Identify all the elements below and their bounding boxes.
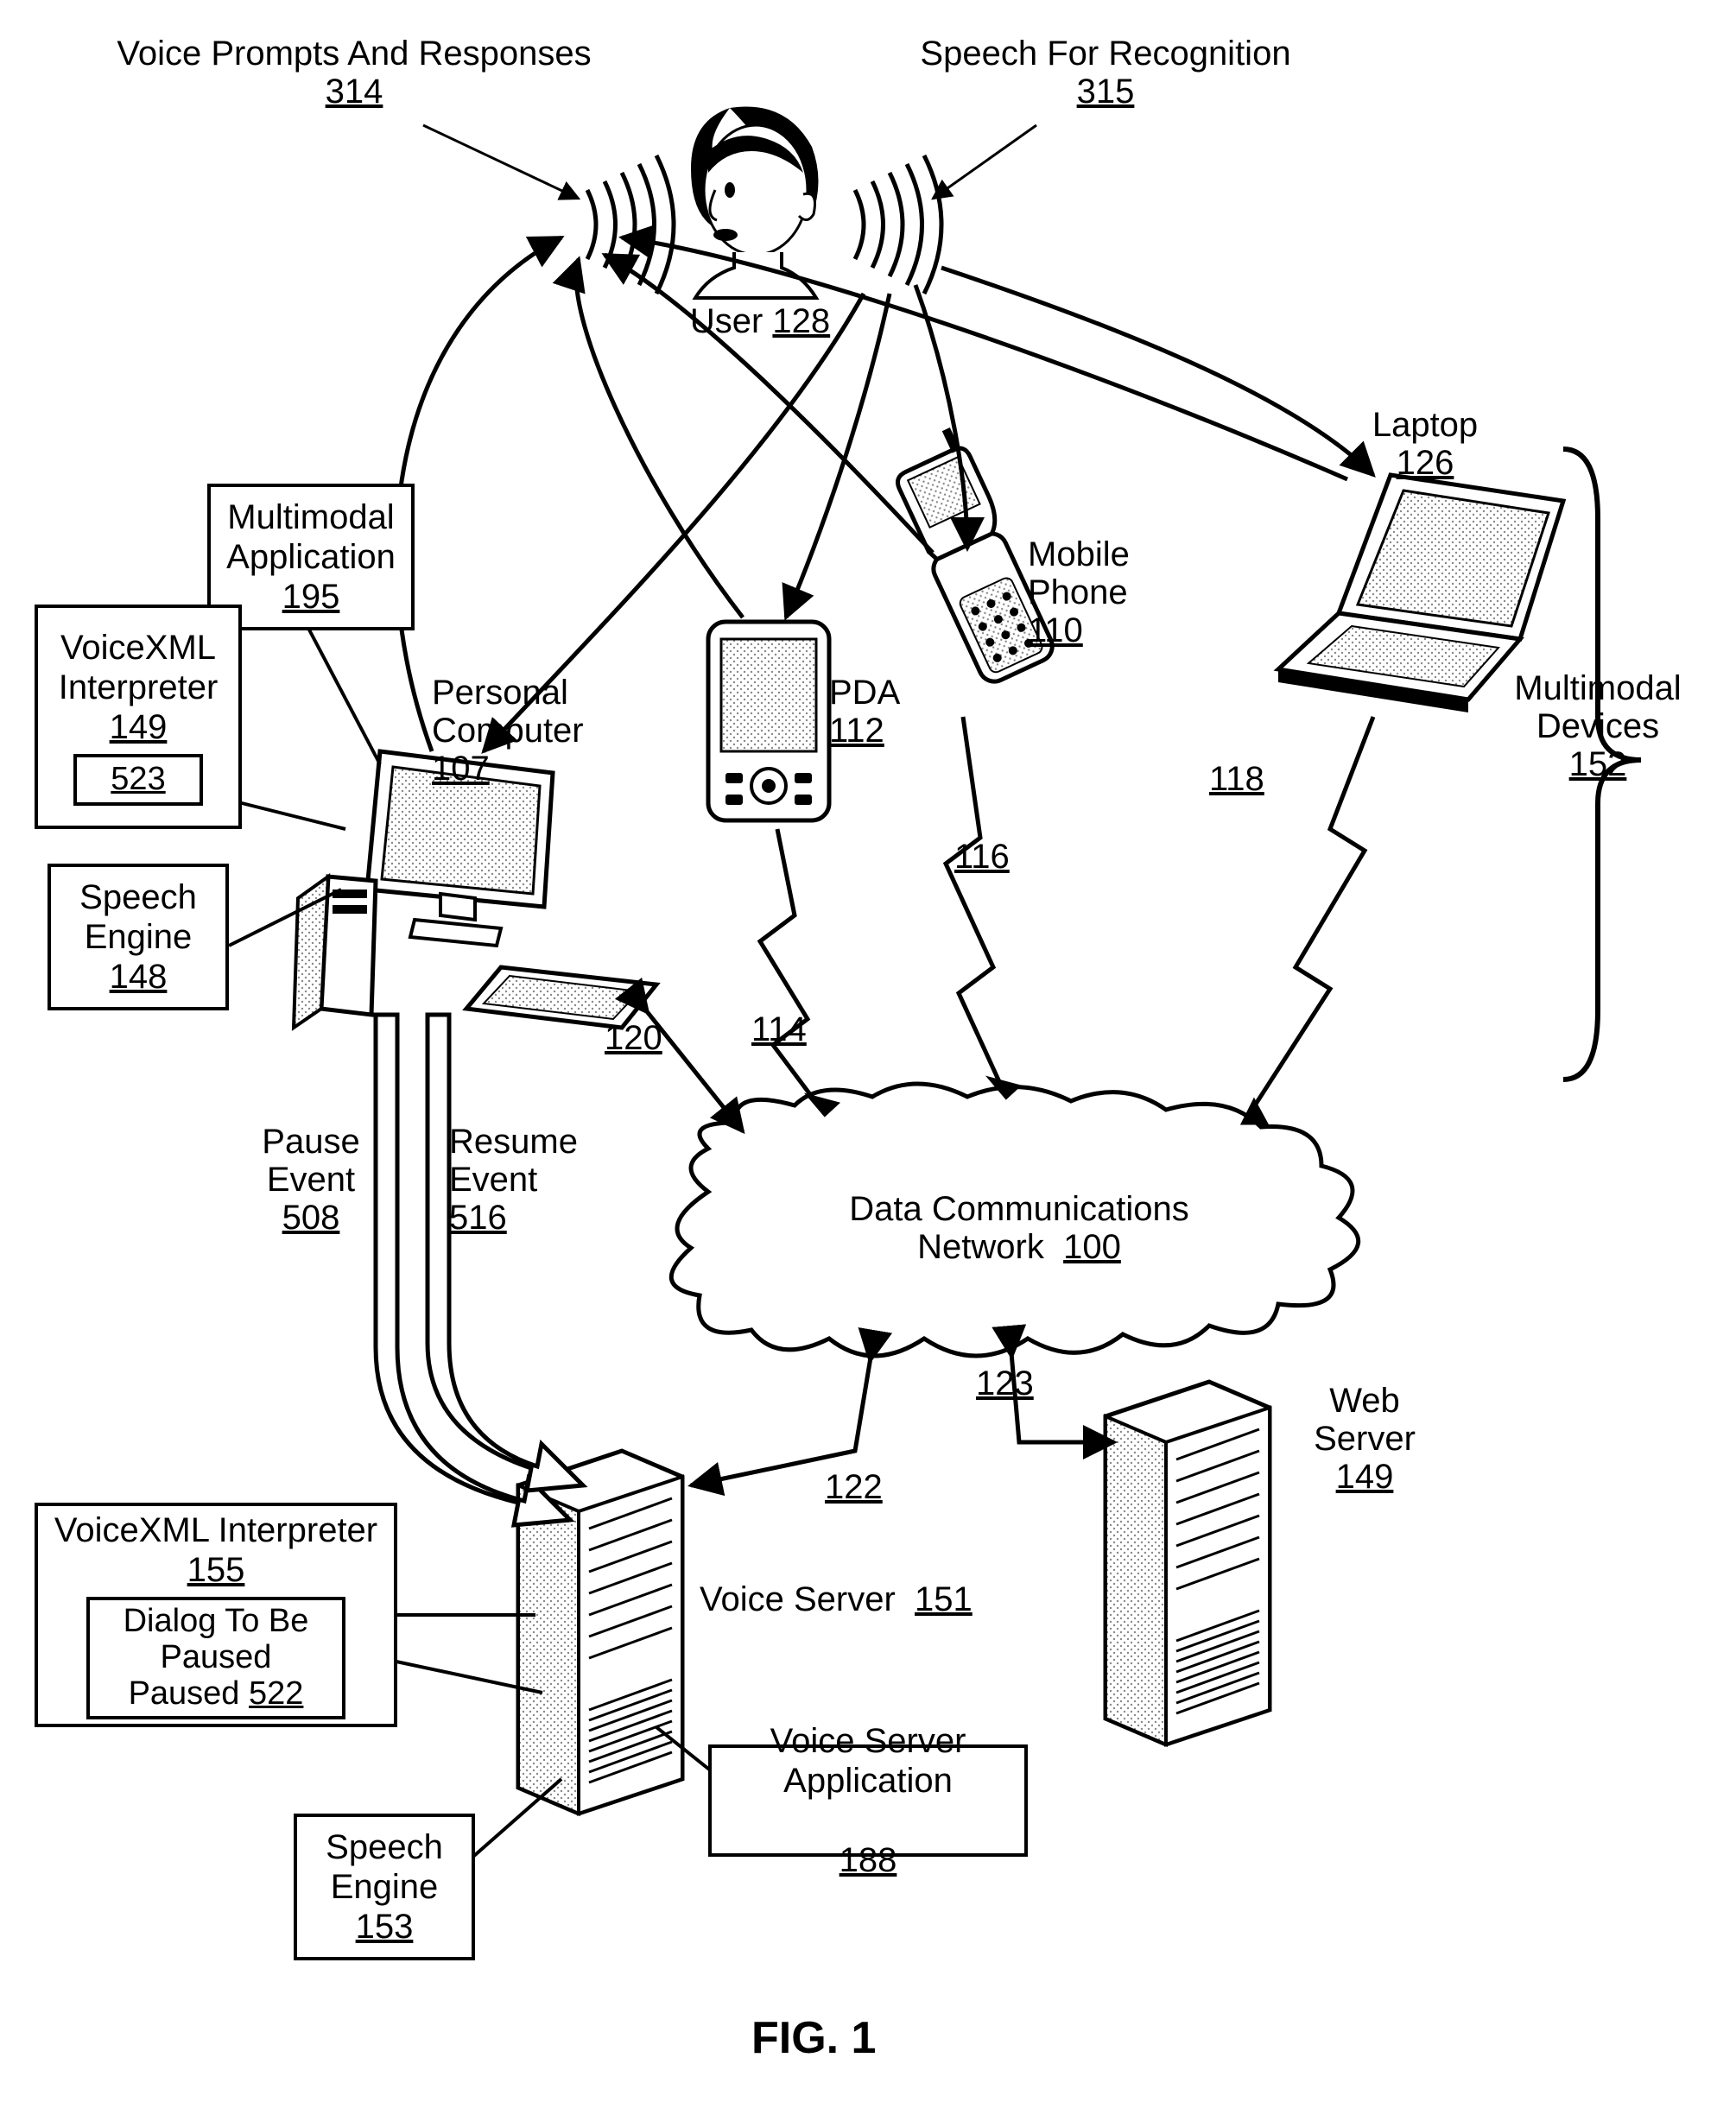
label-network: Data Communications Network 100	[751, 1190, 1287, 1266]
label-voice-server: Voice Server 151	[700, 1580, 985, 1618]
label-speech-rec: Speech For Recognition 315	[907, 35, 1304, 111]
ref-120: 120	[605, 1019, 662, 1057]
box-vs-app: Voice Server Application 188	[708, 1744, 1028, 1857]
label-laptop: Laptop126	[1347, 406, 1503, 482]
box-speech-engine-vs: Speech Engine 153	[294, 1814, 475, 1960]
label-user: User 128	[665, 302, 855, 340]
pc-icon	[294, 751, 656, 1028]
label-mobile: Mobile Phone110	[1028, 535, 1166, 649]
label-resume-event: Resume Event516	[449, 1123, 613, 1237]
ref-116: 116	[954, 838, 1010, 876]
pda-icon	[708, 622, 829, 820]
label-pc: Personal Computer107	[432, 674, 622, 788]
soundwaves-out-icon	[855, 155, 941, 294]
box-voicexml-interp-pc: VoiceXML Interpreter 149 523	[35, 605, 242, 829]
ref-122: 122	[825, 1468, 883, 1506]
label-multimodal-devices: Multimodal Devices152	[1486, 669, 1710, 783]
box-voicexml-interp-vs: VoiceXML Interpreter 155 Dialog To Be Pa…	[35, 1503, 397, 1727]
label-voice-prompts: Voice Prompts And Responses 314	[112, 35, 596, 111]
ref-114: 114	[751, 1010, 807, 1048]
label-pause-event: Pause Event508	[242, 1123, 380, 1237]
web-server-icon	[1106, 1382, 1270, 1744]
user-icon	[691, 106, 819, 298]
box-speech-engine-pc: Speech Engine 148	[48, 864, 229, 1010]
label-web-server: Web Server149	[1287, 1382, 1442, 1496]
label-pda: PDA112	[829, 674, 933, 750]
ref-118: 118	[1209, 760, 1264, 798]
ref-123: 123	[976, 1364, 1034, 1402]
figure-caption: FIG. 1	[751, 2012, 876, 2064]
